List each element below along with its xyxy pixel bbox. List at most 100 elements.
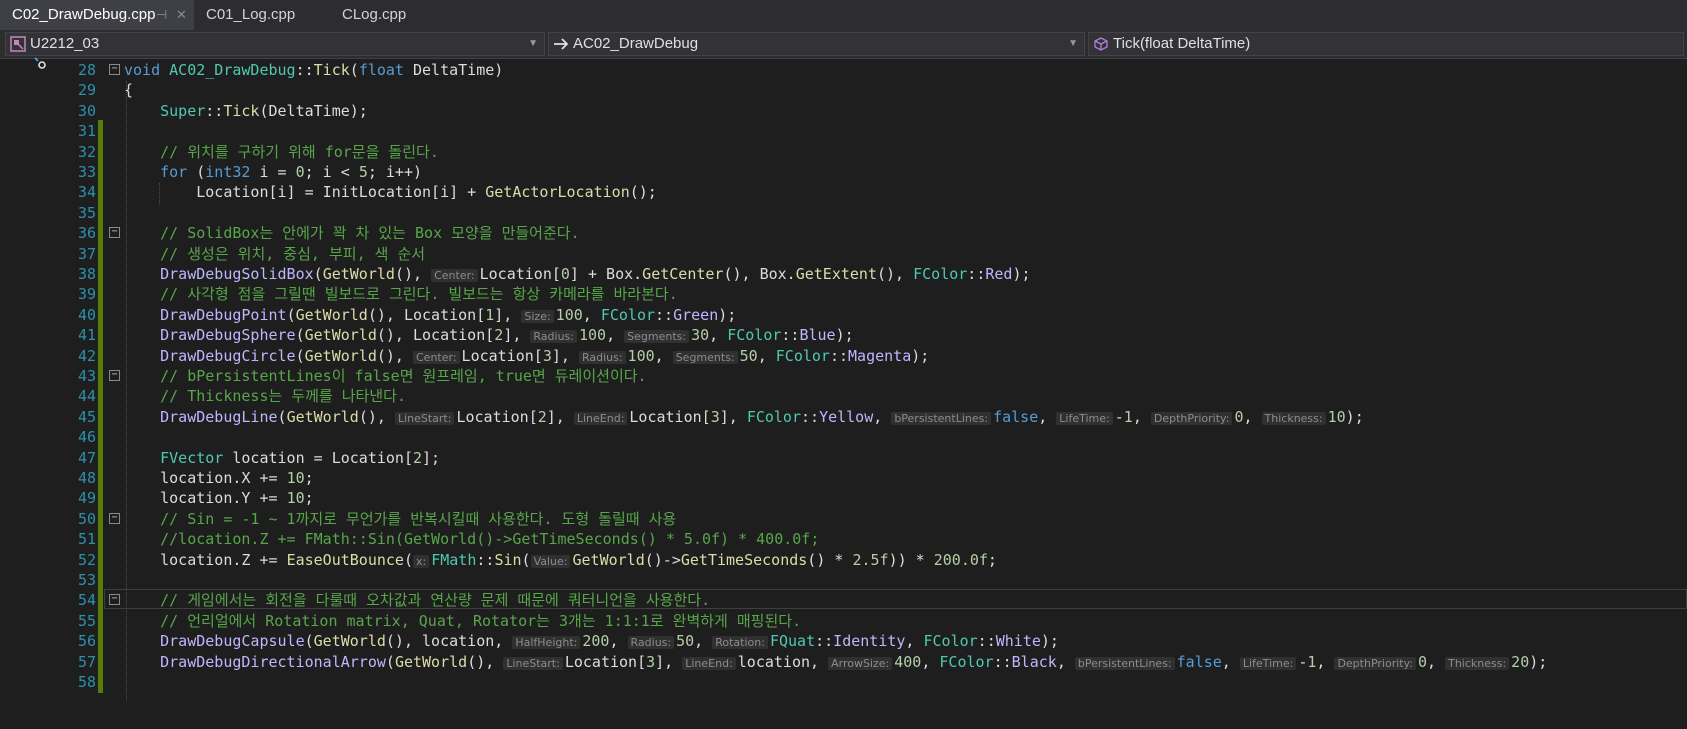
code-line[interactable]: 48 location.X += 10; [0,467,1687,489]
change-bar [98,385,103,408]
line-number: 56 [77,632,96,651]
change-bar [98,222,103,245]
code-line[interactable]: 40 DrawDebugPoint(GetWorld(), Location[1… [0,303,1687,326]
code-line[interactable]: 35 [0,201,1687,224]
tab-c01-log[interactable]: C01_Log.cpp [194,0,330,30]
code-text: // 사각형 점을 그릴땐 빌보드로 그린다. 빌보드는 항상 카메라를 바라본… [124,285,678,304]
change-bar [98,263,103,285]
code-line[interactable]: 34 Location[i] = InitLocation[i] + GetAc… [0,181,1687,204]
code-text: // 위치를 구하기 위해 for문을 돌린다. [124,142,439,161]
code-text: // 언리얼에서 Rotation matrix, Quat, Rotator는… [124,611,802,630]
change-bar [98,405,103,428]
change-bar [98,609,103,632]
code-line[interactable]: 39 // 사각형 점을 그릴땐 빌보드로 그린다. 빌보드는 항상 카메라를 … [0,283,1687,306]
code-text: { [124,81,134,100]
line-number: 54 [77,591,96,610]
code-line[interactable]: 44 // Thickness는 두께를 나타낸다. [0,385,1687,408]
change-bar [98,201,103,224]
tab-label: CLog.cpp [342,6,407,23]
code-editor[interactable]: 28− void AC02_DrawDebug::Tick(float Delta… [0,57,1687,729]
chevron-down-icon: ▼ [1068,38,1078,49]
code-text: for (int32 i = 0; i < 5; i++) [160,163,423,181]
code-line[interactable]: 52 location.Z += EaseOutBounce(x: FMath::… [0,548,1687,571]
change-bar [98,426,103,449]
pin-icon[interactable]: ⊣ [156,0,167,30]
line-number: 50 [77,509,96,528]
code-line[interactable]: 46 [0,426,1687,449]
line-number: 28 [77,61,96,79]
member-dropdown[interactable]: Tick(float DeltaTime) [1088,32,1684,56]
code-line[interactable]: 43 − // bPersistentLines이 false면 원프레임, tr… [0,365,1687,387]
code-line[interactable]: 58 [0,671,1687,693]
code-line[interactable]: 29 { [0,79,1687,101]
line-number: 41 [77,326,96,345]
fold-toggle-icon[interactable]: − [109,227,120,239]
line-number: 52 [77,550,96,569]
project-dropdown[interactable]: U2212_03 ▼ [5,32,545,56]
code-text: // bPersistentLines이 false면 원프레임, true면 … [124,367,647,385]
code-line[interactable]: 50 − // Sin = -1 ~ 1까지로 무언가를 반복시킬때 사용한다. … [0,507,1687,530]
chevron-down-icon: ▼ [528,38,538,49]
change-bar [98,446,103,469]
line-number: 36 [77,224,96,243]
change-bar [98,324,103,347]
cube-icon [1094,37,1108,51]
change-bar [98,528,103,551]
line-number: 40 [77,305,96,324]
code-line[interactable]: 56 DrawDebugCapsule(GetWorld(), location… [0,630,1687,653]
code-line[interactable]: 30 Super::Tick(DeltaTime); [0,100,1687,122]
code-line[interactable]: 28 − void AC02_DrawDebug::Tick(float Delta… [0,59,1687,81]
code-text: location.X += 10; [124,469,314,487]
line-number: 49 [77,489,96,508]
change-bar [98,303,103,326]
line-number: 48 [77,469,96,487]
code-line[interactable]: 36 − // SolidBox는 안에가 꽉 차 있는 Box 모양을 만들어준… [0,222,1687,245]
fold-toggle-icon[interactable]: − [109,512,120,524]
change-bar [98,671,103,693]
code-text: location.Y += 10; [124,489,314,508]
change-bar [98,242,103,265]
close-icon[interactable]: ✕ [176,0,187,30]
member-label: Tick(float DeltaTime) [1113,35,1251,52]
tab-label: C01_Log.cpp [206,6,296,23]
code-text: FVector location = Location[2]; [160,448,441,467]
code-line[interactable]: 33 for (int32 i = 0; i < 5; i++) [0,161,1687,183]
tab-clog[interactable]: CLog.cpp [330,0,450,30]
code-line[interactable]: 47 FVector location = Location[2]; [0,446,1687,469]
code-line[interactable]: 45 DrawDebugLine(GetWorld(), LineStart: L… [0,405,1687,428]
tab-label: C02_DrawDebug.cpp [12,6,156,23]
line-number: 31 [77,122,96,141]
current-line-highlight [104,589,1687,610]
change-bar [98,630,103,653]
change-bar [98,120,103,143]
line-number: 33 [77,163,96,181]
code-line[interactable]: 51 //location.Z += FMath::Sin(GetWorld()… [0,528,1687,551]
line-number: 43 [77,367,96,385]
code-line[interactable]: 41 DrawDebugSphere(GetWorld(), Location[… [0,324,1687,347]
change-bar [98,507,103,530]
code-line[interactable]: 53 [0,569,1687,591]
class-dropdown[interactable]: AC02_DrawDebug ▼ [548,32,1085,56]
line-number: 30 [77,101,96,120]
code-text: //location.Z += FMath::Sin(GetWorld()->G… [124,530,820,549]
code-line[interactable]: 55 // 언리얼에서 Rotation matrix, Quat, Rotat… [0,609,1687,632]
code-line[interactable]: 49 location.Y += 10; [0,487,1687,510]
line-number: 35 [77,203,96,222]
code-line[interactable]: 32 // 위치를 구하기 위해 for문을 돌린다. [0,140,1687,163]
code-line[interactable]: 37 // 생성은 위치, 중심, 부피, 색 순서 [0,242,1687,265]
code-line[interactable]: 42 DrawDebugCircle(GetWorld(), Center: Lo… [0,344,1687,367]
fold-toggle-icon[interactable]: − [109,64,120,75]
fold-toggle-icon[interactable]: − [109,370,120,381]
class-label: AC02_DrawDebug [573,35,699,52]
code-line[interactable]: 57 DrawDebugDirectionalArrow(GetWorld(),… [0,650,1687,673]
code-line[interactable]: 38 DrawDebugSolidBox(GetWorld(), Center:… [0,263,1687,285]
code-line[interactable]: 31 [0,120,1687,143]
line-number: 44 [77,387,96,406]
line-number: 34 [77,183,96,202]
code-text: Super::Tick(DeltaTime); [160,101,368,120]
tab-bar: C02_DrawDebug.cpp ⊣ ✕ C01_Log.cpp CLog.c… [0,0,1687,32]
code-text: void AC02_DrawDebug::Tick(float DeltaTim… [124,61,504,79]
change-bar [98,283,103,306]
arrow-right-icon [554,38,569,50]
tab-c02-drawdebug[interactable]: C02_DrawDebug.cpp ⊣ ✕ [0,0,194,30]
